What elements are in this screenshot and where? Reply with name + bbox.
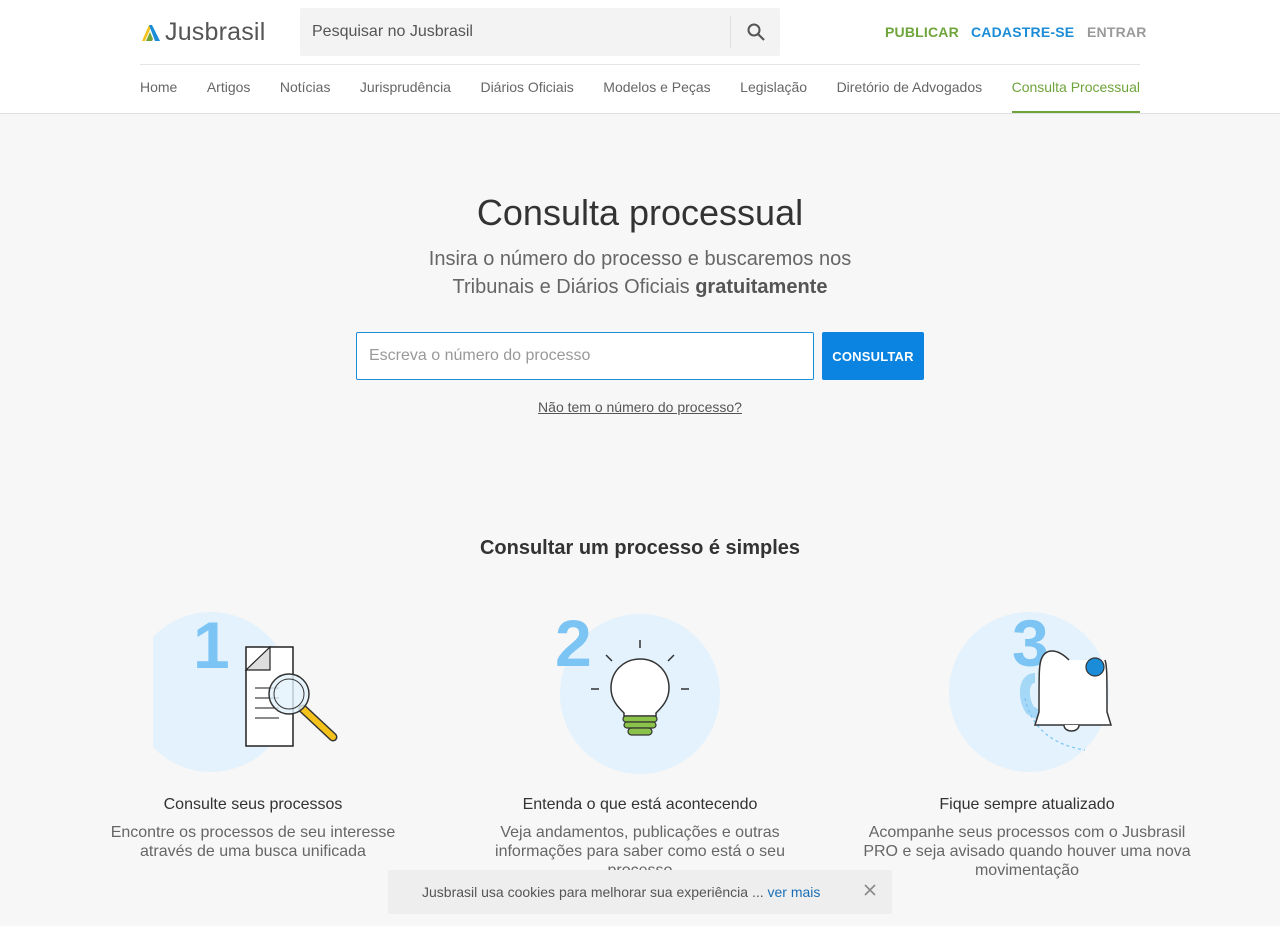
search-box [300,8,780,56]
steps-title: Consultar um processo é simples [479,537,801,559]
cookie-banner: Jusbrasil usa cookies para melhorar sua … [388,870,892,914]
logo-wordmark: Jusbrasil [165,18,266,46]
page-title: Consulta processual [476,192,804,233]
close-icon [864,884,876,896]
nav-item-artigos[interactable]: Artigos [207,65,251,113]
step-card: 2 Entenda o que está acontecendo Veja an… [460,600,820,879]
entrar-link[interactable]: ENTRAR [1087,24,1147,40]
subtitle-line-1: Insira o número do processo e buscaremos… [428,248,852,270]
cadastre-se-link[interactable]: CADASTRE-SE [971,24,1074,40]
process-number-input[interactable] [356,332,814,380]
no-number-link[interactable]: Não tem o número do processo? [538,399,742,415]
publicar-link[interactable]: PUBLICAR [885,24,959,40]
nav-item-consulta-processual[interactable]: Consulta Processual [1011,65,1140,113]
step-card: 3 Fique sempre atualizado Acompanhe seus… [847,600,1207,879]
step-heading: Entenda o que está acontecendo [522,796,758,813]
subtitle-line-2: Tribunais e Diários Oficiais [452,276,690,298]
search-icon [747,23,765,41]
step-number-2: 2 [555,606,592,680]
cookie-ver-mais-link[interactable]: ver mais [768,884,821,900]
cookie-text-container: Jusbrasil usa cookies para melhorar sua … [422,884,820,900]
step-number-1: 1 [193,608,230,682]
page-subtitle: Insira o número do processo e buscaremos… [390,245,890,301]
no-number-container: Não tem o número do processo? [0,399,1280,415]
nav-item-diarios-oficiais[interactable]: Diários Oficiais [480,65,573,113]
step-heading: Consulte seus processos [163,796,343,813]
cookie-close-button[interactable] [858,878,882,902]
nav-item-home[interactable]: Home [140,65,177,113]
cookie-text: Jusbrasil usa cookies para melhorar sua … [422,884,764,900]
document-search-icon: 1 [153,608,338,772]
nav-item-noticias[interactable]: Notícias [280,65,331,113]
nav-item-jurisprudencia[interactable]: Jurisprudência [360,65,451,113]
search-button[interactable] [731,8,780,56]
jusbrasil-logo-icon [142,25,160,41]
subtitle-bold: gratuitamente [695,276,828,298]
step-heading: Fique sempre atualizado [939,796,1115,813]
jusbrasil-logo[interactable]: Jusbrasil [140,18,266,46]
search-input[interactable] [300,8,730,56]
step-description: Encontre os processos de seu interesse a… [110,824,396,860]
nav-item-diretorio-advogados[interactable]: Diretório de Advogados [837,65,983,113]
lightbulb-icon: 2 [555,606,720,774]
consultar-button[interactable]: CONSULTAR [822,332,924,380]
main-nav: Home Artigos Notícias Jurisprudência Diá… [140,65,1140,113]
nav-item-modelos-e-pecas[interactable]: Modelos e Peças [603,65,710,113]
top-header: Jusbrasil PUBLICAR CADASTRE-SE ENTRAR Ho… [0,0,1280,114]
step-card: 1 Consulte seus processos Encontre os pr… [73,600,433,860]
bell-icon: 3 [949,606,1113,772]
step-description: Acompanhe seus processos com o Jusbrasil… [863,824,1191,879]
nav-item-legislacao[interactable]: Legislação [740,65,807,113]
